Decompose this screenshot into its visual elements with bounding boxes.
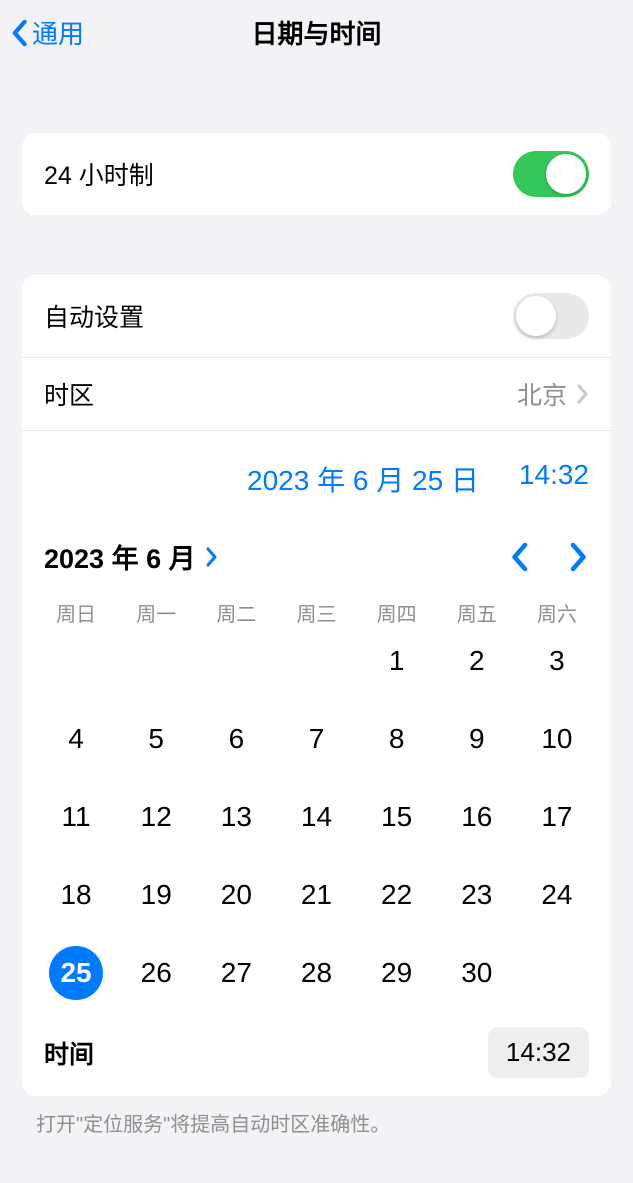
- day-cell[interactable]: 26: [116, 951, 196, 995]
- day-empty: [276, 639, 356, 683]
- day-cell[interactable]: 4: [36, 717, 116, 761]
- month-title: 2023 年 6 月: [44, 537, 196, 576]
- day-cell[interactable]: 13: [196, 795, 276, 839]
- day-cell[interactable]: 24: [517, 873, 597, 917]
- 24hour-row: 24 小时制: [22, 133, 611, 215]
- day-cell[interactable]: 3: [517, 639, 597, 683]
- day-cell[interactable]: 27: [196, 951, 276, 995]
- day-cell[interactable]: 25: [36, 951, 116, 995]
- day-cell[interactable]: 22: [357, 873, 437, 917]
- day-empty: [196, 639, 276, 683]
- day-cell[interactable]: 15: [357, 795, 437, 839]
- selected-date-link[interactable]: 2023 年 6 月 25 日: [247, 459, 479, 499]
- chevron-right-icon: [577, 384, 589, 404]
- time-label: 时间: [44, 1035, 94, 1071]
- selected-time-link[interactable]: 14:32: [519, 459, 589, 499]
- day-cell[interactable]: 12: [116, 795, 196, 839]
- day-empty: [36, 639, 116, 683]
- weekday-label: 周四: [357, 598, 437, 627]
- day-cell[interactable]: 28: [276, 951, 356, 995]
- back-button[interactable]: 通用: [10, 14, 84, 51]
- month-picker[interactable]: 2023 年 6 月: [44, 537, 218, 576]
- timezone-row[interactable]: 时区 北京: [22, 357, 611, 430]
- page-title: 日期与时间: [251, 14, 381, 51]
- day-cell[interactable]: 2: [437, 639, 517, 683]
- day-cell[interactable]: 18: [36, 873, 116, 917]
- timezone-value: 北京: [517, 376, 567, 412]
- day-cell[interactable]: 17: [517, 795, 597, 839]
- weekday-label: 周日: [36, 598, 116, 627]
- 24hour-label: 24 小时制: [44, 156, 154, 192]
- day-cell[interactable]: 20: [196, 873, 276, 917]
- day-cell[interactable]: 7: [276, 717, 356, 761]
- day-cell[interactable]: 19: [116, 873, 196, 917]
- day-cell[interactable]: 1: [357, 639, 437, 683]
- auto-set-row: 自动设置: [22, 275, 611, 357]
- back-label: 通用: [32, 14, 84, 51]
- day-cell[interactable]: 11: [36, 795, 116, 839]
- day-cell[interactable]: 6: [196, 717, 276, 761]
- weekday-label: 周二: [196, 598, 276, 627]
- day-cell[interactable]: 30: [437, 951, 517, 995]
- footer-note: 打开"定位服务"将提高自动时区准确性。: [0, 1096, 633, 1137]
- weekday-label: 周三: [276, 598, 356, 627]
- day-cell[interactable]: 21: [276, 873, 356, 917]
- chevron-left-icon: [10, 19, 28, 47]
- auto-set-switch[interactable]: [513, 293, 589, 339]
- day-cell[interactable]: 23: [437, 873, 517, 917]
- day-cell[interactable]: 9: [437, 717, 517, 761]
- day-cell[interactable]: 5: [116, 717, 196, 761]
- weekday-label: 周六: [517, 598, 597, 627]
- day-cell[interactable]: 8: [357, 717, 437, 761]
- chevron-right-icon: [206, 547, 218, 567]
- day-cell[interactable]: 29: [357, 951, 437, 995]
- timezone-label: 时区: [44, 376, 94, 412]
- 24hour-switch[interactable]: [513, 151, 589, 197]
- next-month-button[interactable]: [569, 542, 589, 572]
- weekday-label: 周一: [116, 598, 196, 627]
- day-cell[interactable]: 10: [517, 717, 597, 761]
- prev-month-button[interactable]: [509, 542, 529, 572]
- day-empty: [116, 639, 196, 683]
- day-cell[interactable]: 16: [437, 795, 517, 839]
- time-picker[interactable]: 14:32: [488, 1027, 589, 1078]
- weekday-label: 周五: [437, 598, 517, 627]
- day-cell[interactable]: 14: [276, 795, 356, 839]
- auto-set-label: 自动设置: [44, 298, 144, 334]
